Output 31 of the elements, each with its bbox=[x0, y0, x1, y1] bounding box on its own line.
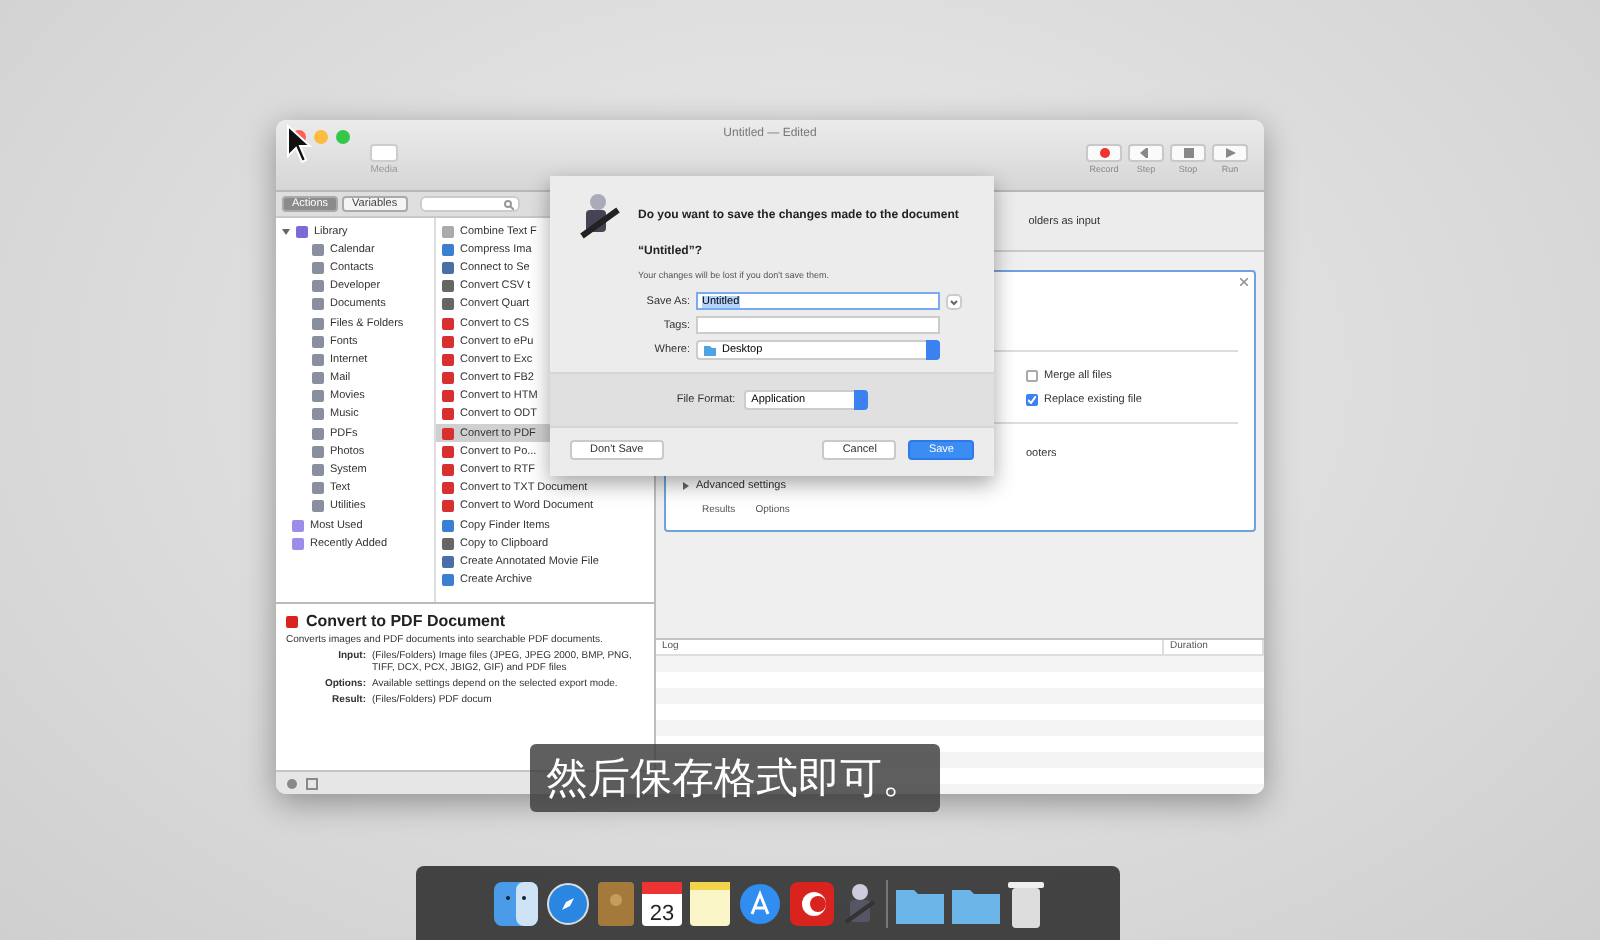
robot-icon bbox=[578, 192, 622, 240]
app-store-icon[interactable] bbox=[737, 881, 781, 925]
search-icon bbox=[503, 199, 514, 209]
tags-field[interactable] bbox=[696, 316, 940, 334]
checkmark-icon bbox=[1028, 395, 1036, 403]
description-title: Convert to PDF Document bbox=[306, 612, 506, 630]
robot-icon[interactable] bbox=[841, 881, 877, 925]
gear-icon[interactable] bbox=[286, 777, 298, 789]
library-icon bbox=[296, 225, 308, 238]
record-icon bbox=[1099, 148, 1109, 158]
folder-icon bbox=[704, 345, 716, 355]
notepad-icon[interactable] bbox=[689, 881, 729, 925]
stop-icon bbox=[1183, 148, 1193, 158]
address-book-icon[interactable] bbox=[597, 881, 633, 925]
cursor-icon bbox=[286, 124, 314, 164]
step-icon bbox=[1140, 148, 1152, 158]
crescent-app-icon[interactable] bbox=[789, 881, 833, 925]
search-field[interactable] bbox=[419, 196, 520, 212]
subtitle-caption: 然后保存格式即可。 bbox=[530, 744, 940, 812]
chevron-icon[interactable] bbox=[946, 293, 962, 309]
disclosure-icon[interactable] bbox=[682, 482, 690, 490]
crescent-app-icon bbox=[286, 615, 298, 627]
finder-icon[interactable] bbox=[493, 881, 537, 925]
square-icon[interactable] bbox=[306, 777, 318, 789]
close-icon[interactable] bbox=[1240, 278, 1248, 286]
trash-icon[interactable] bbox=[1007, 879, 1043, 927]
disclosure-icon[interactable] bbox=[282, 227, 290, 236]
play-icon bbox=[1225, 148, 1235, 158]
calendar-icon[interactable]: 23 bbox=[641, 881, 681, 925]
dock-divider bbox=[885, 879, 887, 927]
compass-icon[interactable] bbox=[545, 881, 589, 925]
